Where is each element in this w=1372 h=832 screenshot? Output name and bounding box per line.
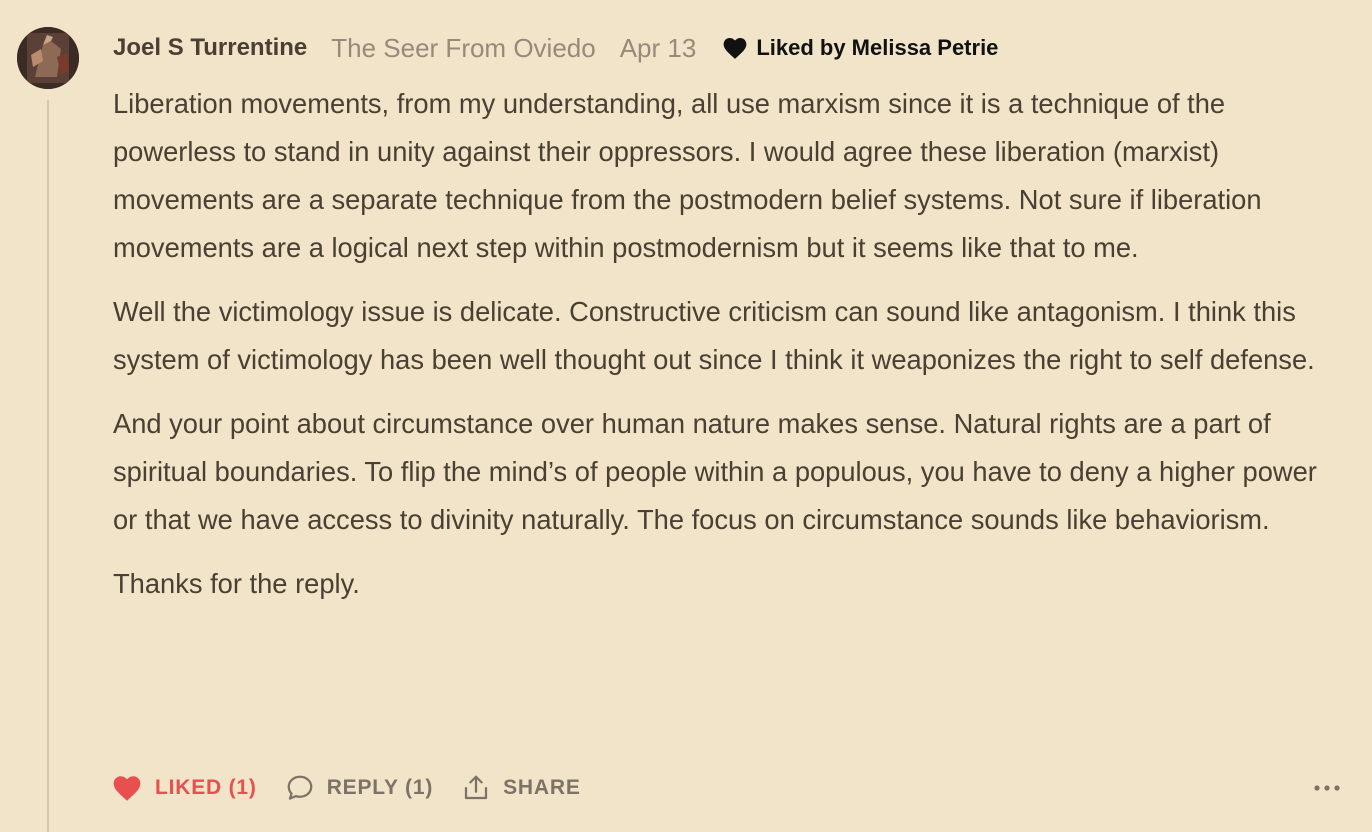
share-upload-icon (465, 775, 488, 800)
avatar-image (17, 27, 79, 89)
comment-paragraph: And your point about circumstance over h… (113, 408, 1317, 535)
author-title: The Seer From Oviedo (331, 32, 596, 63)
comment-paragraph: Liberation movements, from my understand… (113, 88, 1262, 263)
comment-actions: LIKED (1) REPLY (1) SHARE (111, 766, 1341, 810)
share-label: SHARE (503, 776, 581, 799)
avatar[interactable] (17, 27, 79, 89)
heart-filled-icon (113, 776, 141, 801)
comment: Joel S Turrentine The Seer From Oviedo A… (0, 0, 1372, 832)
reply-button[interactable]: REPLY (1) (285, 773, 433, 803)
ellipsis-icon (1314, 785, 1340, 791)
comment-date[interactable]: Apr 13 (620, 33, 697, 64)
heart-filled-icon (723, 38, 747, 59)
comment-body: Liberation movements, from my understand… (113, 80, 1338, 624)
thread-line (47, 100, 49, 832)
like-button[interactable]: LIKED (1) (111, 774, 257, 802)
more-options-button[interactable] (1313, 784, 1341, 792)
like-label: LIKED (1) (155, 776, 257, 799)
share-button[interactable]: SHARE (461, 773, 581, 803)
comment-paragraph: Thanks for the reply. (113, 568, 360, 599)
reply-label: REPLY (1) (326, 776, 434, 799)
liked-by-text: Liked by Melissa Petrie (756, 35, 999, 60)
comment-header: Joel S Turrentine The Seer From Oviedo A… (113, 30, 998, 66)
comment-paragraph: Well the victimology issue is delicate. … (113, 296, 1315, 375)
liked-by-badge: Liked by Melissa Petrie (722, 35, 998, 61)
speech-bubble-icon (287, 775, 313, 800)
author-name[interactable]: Joel S Turrentine (113, 34, 307, 62)
